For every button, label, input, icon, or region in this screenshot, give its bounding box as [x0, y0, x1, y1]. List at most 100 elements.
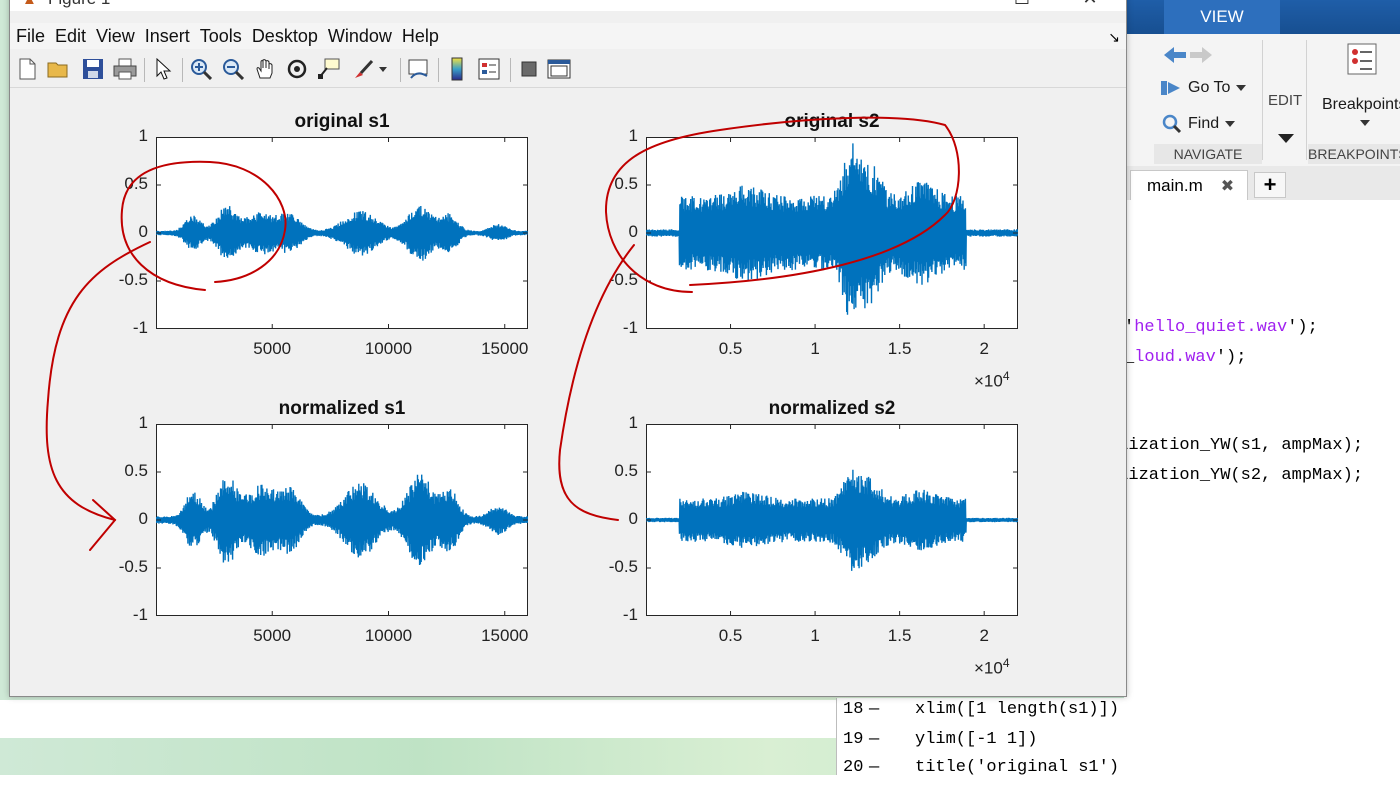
axes-original-s1[interactable]: original s1 1 0.5 0 -0.5 -1 5000 10000 15000: [86, 107, 598, 389]
rotate-3d-icon[interactable]: [284, 56, 310, 82]
code-text: xlim([1 length(s1)]): [915, 700, 1120, 719]
file-tab-label: main.m: [1147, 175, 1203, 195]
x-tick-label: 10000: [364, 339, 413, 358]
menu-help[interactable]: Help: [397, 23, 444, 49]
code-line[interactable]: alization_YW(s2, ampMax);: [1108, 466, 1363, 485]
print-icon[interactable]: [112, 56, 138, 82]
file-tab-strip: main.m ✖ +: [1124, 166, 1400, 200]
y-tick-label: 0: [628, 222, 638, 241]
desktop-white-strip: [0, 700, 840, 738]
maximize-icon[interactable]: ☐: [1002, 0, 1042, 11]
axes-plot-box: [646, 424, 1018, 616]
line-marker: —: [869, 758, 880, 777]
hide-plot-tools-icon[interactable]: [516, 56, 542, 82]
x-tick-label: 1.5: [887, 339, 912, 358]
y-tick-label: -0.5: [608, 270, 638, 289]
axes-normalized-s1[interactable]: normalized s1 1 0.5 0 -0.5 -1 5000 10000 15000: [86, 394, 598, 676]
edit-dropdown[interactable]: [1278, 134, 1294, 143]
close-icon[interactable]: ✕: [1070, 0, 1110, 11]
y-tick-label: 0.5: [614, 174, 638, 193]
insert-legend-icon[interactable]: [476, 56, 502, 82]
y-tick-label: -1: [622, 605, 638, 624]
x-tick-label: 5000: [253, 339, 292, 358]
editor-code-bottom: 18 — xlim([1 length(s1)]) 19 — ylim([-1 …: [836, 698, 1400, 777]
go-to-label: Go To: [1188, 79, 1231, 96]
zoom-out-icon[interactable]: [220, 56, 246, 82]
code-line[interactable]: 'hello_quiet.wav');: [1124, 318, 1318, 337]
chevron-down-icon: [1236, 85, 1247, 91]
brush-dropdown-icon[interactable]: [376, 56, 390, 82]
pointer-icon[interactable]: [150, 56, 176, 82]
find-label: Find: [1188, 115, 1220, 132]
figure-toolbar: [10, 53, 1126, 88]
menu-file[interactable]: File: [10, 23, 50, 49]
x-axis-exponent: ×104: [974, 656, 1010, 678]
matlab-editor: VIEW Go To Find EDIT Breakpoints NAVIGAT…: [1108, 0, 1400, 775]
menu-window[interactable]: Window: [323, 23, 397, 49]
ribbon-tab-strip: VIEW: [1124, 0, 1400, 34]
close-icon[interactable]: ✖: [1221, 176, 1234, 196]
open-file-icon[interactable]: [46, 56, 72, 82]
new-figure-icon[interactable]: [14, 56, 40, 82]
y-tick-label: -0.5: [118, 557, 148, 576]
code-line[interactable]: alization_YW(s1, ampMax);: [1108, 436, 1363, 455]
toolbar-separator: [510, 58, 511, 82]
back-forward-icon[interactable]: [1160, 44, 1216, 66]
axes-title: original s1: [294, 111, 390, 132]
y-tick-label: 0.5: [124, 174, 148, 193]
menu-view[interactable]: View: [91, 23, 140, 49]
code-text: title('original s1'): [915, 758, 1120, 777]
breakpoints-group-label: BREAKPOINTS: [1308, 144, 1400, 164]
breakpoints-dropdown[interactable]: [1360, 120, 1370, 126]
y-tick-label: 1: [138, 126, 148, 145]
axes-original-s2[interactable]: original s2 1 0.5 0 -0.5 -1 0.5 1 1.5 2 ×104: [576, 107, 1088, 391]
x-axis-exponent: ×104: [974, 369, 1010, 391]
axes-title: original s2: [784, 111, 880, 132]
menu-desktop[interactable]: Desktop: [247, 23, 323, 49]
y-tick-label: -0.5: [608, 557, 638, 576]
toolbar-separator: [182, 58, 183, 82]
code-line[interactable]: _loud.wav');: [1124, 348, 1246, 367]
menu-edit[interactable]: Edit: [50, 23, 91, 49]
zoom-in-icon[interactable]: [188, 56, 214, 82]
ribbon-separator: [1262, 40, 1263, 160]
x-tick-label: 1: [810, 626, 820, 645]
figure-title: Figure 1: [48, 0, 110, 9]
tab-view[interactable]: VIEW: [1164, 0, 1280, 34]
figure-titlebar[interactable]: ▲ Figure 1 — ☐ ✕: [10, 0, 1126, 11]
data-cursor-icon[interactable]: [316, 56, 342, 82]
back-forward-buttons[interactable]: [1160, 44, 1216, 66]
find-button[interactable]: Find: [1162, 114, 1236, 134]
x-tick-label: 0.5: [718, 339, 743, 358]
new-tab-button[interactable]: +: [1254, 172, 1286, 198]
go-to-icon: [1161, 81, 1180, 95]
axes-title: normalized s1: [278, 398, 406, 419]
brush-icon[interactable]: [350, 56, 376, 82]
toolbar-separator: [144, 58, 145, 82]
dock-arrow-icon[interactable]: ↘: [1108, 29, 1120, 46]
breakpoints-icon-wrap[interactable]: [1346, 42, 1378, 76]
axes-plot-box: [156, 424, 528, 616]
pan-hand-icon[interactable]: [252, 56, 278, 82]
tab-main-m[interactable]: main.m ✖: [1130, 170, 1248, 200]
link-plot-icon[interactable]: [406, 56, 432, 82]
x-tick-label: 15000: [481, 339, 529, 358]
x-tick-label: 1: [810, 339, 820, 358]
menu-tools[interactable]: Tools: [195, 23, 247, 49]
ribbon: Go To Find EDIT Breakpoints NAVIGATE BRE…: [1124, 34, 1400, 167]
menu-insert[interactable]: Insert: [140, 23, 195, 49]
y-tick-label: 1: [138, 413, 148, 432]
breakpoints-button[interactable]: Breakpoints: [1322, 96, 1400, 114]
go-to-button[interactable]: Go To: [1160, 78, 1247, 98]
insert-colorbar-icon[interactable]: [444, 56, 470, 82]
show-plot-tools-icon[interactable]: [546, 56, 572, 82]
axes-normalized-s2[interactable]: normalized s2 1 0.5 0 -0.5 -1 0.5 1 1.5 2 ×104: [576, 394, 1088, 678]
chevron-down-icon: [1225, 121, 1236, 127]
edit-group-label: EDIT: [1268, 92, 1303, 109]
y-tick-label: 1: [628, 413, 638, 432]
line-marker: —: [869, 700, 880, 719]
save-icon[interactable]: [80, 56, 106, 82]
code-text: ylim([-1 1]): [915, 730, 1038, 749]
axes-plot-box: [646, 137, 1018, 329]
x-tick-label: 2: [979, 626, 989, 645]
